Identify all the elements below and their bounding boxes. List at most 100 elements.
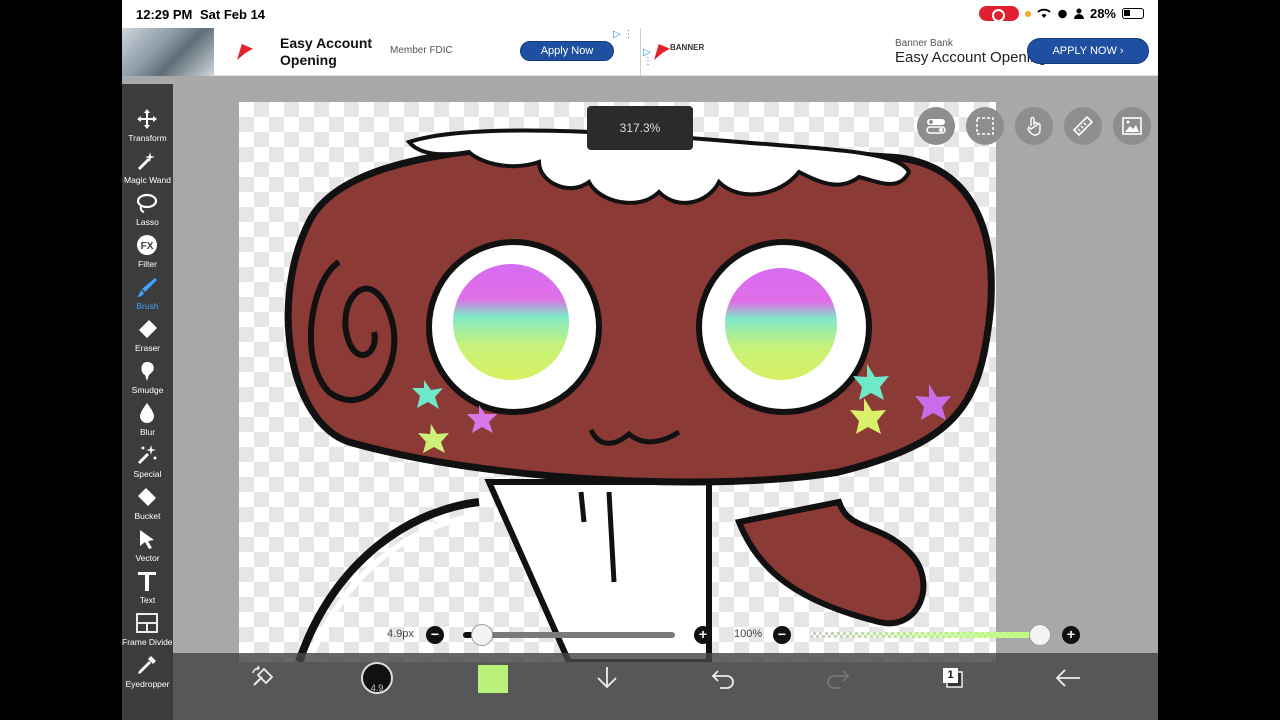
status-indicators: 28% [978,6,1144,22]
ad-banner[interactable]: Easy Account Opening Member FDIC Apply N… [122,28,1158,76]
undo-icon[interactable] [710,665,736,691]
person-icon [1073,8,1084,19]
banner-logo-icon [235,41,257,63]
eyedropper-icon [138,656,156,674]
brush-size-preview[interactable]: 4.9 [361,662,393,694]
bucket-icon [138,488,156,506]
opacity-label: 100% [734,628,763,640]
drawing-canvas[interactable] [239,102,996,662]
mic-indicator-icon [1024,10,1031,17]
tool-label: Brush [136,301,159,311]
ad-title: Easy Account Opening [280,35,373,68]
material-button[interactable] [1113,107,1151,145]
ipad-screen: 12:29 PM Sat Feb 14 28% Easy Account Ope… [122,0,1158,720]
toggle-icon [926,119,946,134]
back-arrow-icon[interactable] [1054,665,1082,691]
tool-special[interactable]: Special [122,442,173,484]
fx-icon: FX [137,235,157,255]
ad-apply-now-label: APPLY NOW [1052,45,1117,57]
tool-filter[interactable]: FX Filter [122,232,173,274]
brush-size-handle[interactable] [471,624,494,646]
ad-apply-button[interactable]: Apply Now [520,41,614,61]
tool-label: Smudge [131,385,164,395]
tool-label: Bucket [134,511,161,521]
opacity-handle[interactable] [1029,624,1051,646]
tool-transform[interactable]: Transform [122,106,173,148]
status-date: Sat Feb 14 [200,7,266,22]
tool-panel: Transform Magic Wand Lasso FX Filter Bru… [122,84,176,720]
zoom-indicator: 317.3% [587,106,693,150]
battery-percent: 28% [1089,6,1116,21]
lasso-icon [136,193,158,213]
vector-icon [140,530,154,549]
ruler-icon [1073,116,1093,136]
ad-banner-logo-text: BANNER [670,43,705,52]
color-swatch[interactable] [478,665,508,693]
move-icon [137,109,157,129]
tool-label: Frame Divider [122,637,176,647]
tool-blur[interactable]: Blur [122,400,173,442]
alarm-icon [1058,9,1067,19]
text-icon [138,572,156,591]
brush-size-decrease-button[interactable]: − [426,626,444,644]
brush-size-label: 4.9px [387,628,414,640]
swap-tool-icon[interactable] [250,665,276,691]
opacity-decrease-button[interactable]: − [773,626,791,644]
status-bar: 12:29 PM Sat Feb 14 28% [122,0,1158,28]
tool-eyedropper[interactable]: Eyedropper [122,652,173,694]
canvas-area[interactable]: 317.3% 4.9px − + 100% − + [173,84,1158,720]
tool-lasso[interactable]: Lasso [122,190,173,232]
magic-wand-icon [137,152,155,171]
redo-icon[interactable] [825,665,851,691]
selection-button[interactable] [966,107,1004,145]
wifi-icon [1037,8,1051,18]
eraser-icon [139,320,157,338]
tool-label: Eraser [134,343,161,353]
tool-label: Filter [138,259,157,269]
ad-bank-headline: Easy Account Opening [895,49,1047,66]
tool-label: Vector [135,553,160,563]
tool-smudge[interactable]: Smudge [122,358,173,400]
settings-toggle-button[interactable] [917,107,955,145]
ad-choices-icon[interactable]: ▷ ⋮ [613,29,633,40]
drop-icon [140,403,154,423]
tool-label: Transform [128,133,167,143]
tool-text[interactable]: Text [122,568,173,610]
layers-button[interactable]: 1 [940,665,966,691]
screen-recording-icon [978,6,1019,22]
svg-text:FX: FX [141,241,154,252]
tool-label: Magic Wand [124,175,171,185]
ad-photo [122,28,214,76]
tool-brush[interactable]: Brush [122,274,173,316]
tool-vector[interactable]: Vector [122,526,173,568]
tool-frame-divider[interactable]: Frame Divider [122,610,176,652]
tool-label: Text [139,595,156,605]
brush-size-slider[interactable] [463,632,675,638]
tool-label: Blur [139,427,156,437]
ad-apply-now-button[interactable]: APPLY NOW › [1027,38,1149,64]
frame-divider-icon [136,613,158,633]
tool-magic-wand[interactable]: Magic Wand [122,148,173,190]
tool-eraser[interactable]: Eraser [122,316,173,358]
ad-fdic: Member FDIC [390,45,453,56]
tool-bucket[interactable]: Bucket [122,484,173,526]
tool-label: Eyedropper [125,679,170,689]
tool-label: Special [133,469,162,479]
hand-icon [1027,116,1041,136]
ad-divider [640,28,641,76]
smudge-icon [141,362,154,381]
artwork [284,128,995,662]
opacity-slider[interactable] [810,632,1040,638]
image-icon [1122,117,1142,135]
special-icon [137,445,157,465]
touch-button[interactable] [1015,107,1053,145]
battery-icon [1122,8,1144,19]
brush-size-increase-button[interactable]: + [694,626,712,644]
brush-preview-size: 4.9 [370,683,384,693]
bottom-bar: 4.9 1 [173,653,1158,720]
ad-bank-name: Banner Bank [895,38,953,49]
download-arrow-icon[interactable] [595,665,619,691]
opacity-increase-button[interactable]: + [1062,626,1080,644]
status-time: 12:29 PM [136,7,193,22]
ruler-button[interactable] [1064,107,1102,145]
